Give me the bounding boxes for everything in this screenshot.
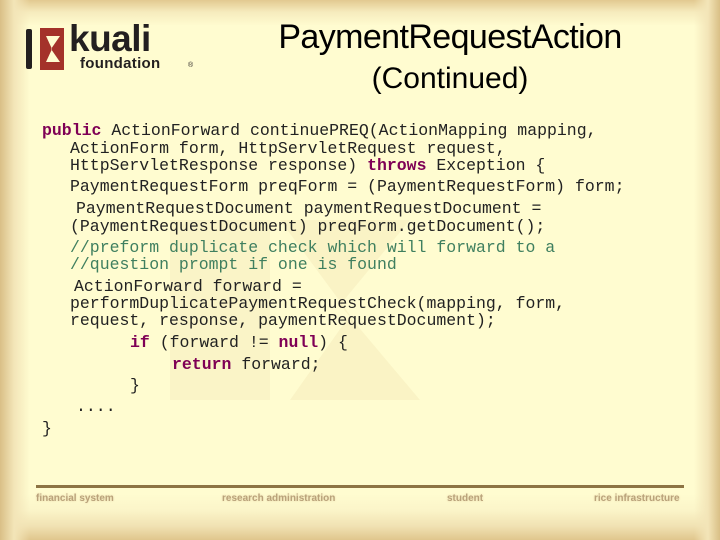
code-text: ActionForward continuePREQ(ActionMapping…	[101, 121, 597, 140]
footer-item-rice-infrastructure: rice infrastructure	[594, 493, 680, 504]
code-keyword: if	[130, 333, 150, 352]
code-text: (forward !=	[149, 333, 279, 352]
code-text: HttpServletResponse response)	[70, 156, 368, 175]
code-line: if (forward != null) {	[130, 333, 348, 352]
code-line: public ActionForward continuePREQ(Action…	[42, 121, 597, 140]
code-text: (PaymentRequestDocument) preqForm.getDoc…	[70, 217, 546, 236]
code-keyword: throws	[367, 156, 427, 175]
code-text: }	[42, 419, 52, 438]
code-line: }	[42, 419, 52, 438]
code-line: request, response, paymentRequestDocumen…	[70, 311, 496, 330]
kuali-foundation-logo: kuali foundation ®	[24, 20, 204, 72]
code-text: PaymentRequestDocument paymentRequestDoc…	[76, 199, 542, 218]
code-keyword: public	[42, 121, 102, 140]
code-line: HttpServletResponse response) throws Exc…	[70, 156, 545, 175]
code-line: ....	[76, 397, 116, 416]
code-keyword: null	[278, 333, 319, 352]
code-text: ) {	[318, 333, 348, 352]
logo-k-icon	[40, 28, 64, 70]
code-text: }	[130, 376, 140, 395]
footer-item-financial-system: financial system	[36, 493, 114, 504]
code-text: request, response, paymentRequestDocumen…	[70, 311, 496, 330]
code-text: ....	[76, 397, 116, 416]
footer-item-research-administration: research administration	[222, 493, 336, 504]
code-line: //question prompt if one is found	[70, 255, 397, 274]
code-line: PaymentRequestForm preqForm = (PaymentRe…	[70, 177, 625, 196]
registered-mark: ®	[188, 62, 194, 69]
code-text: PaymentRequestForm preqForm = (PaymentRe…	[70, 177, 625, 196]
code-line: }	[130, 376, 140, 395]
code-keyword: return	[172, 355, 232, 374]
code-text: Exception {	[426, 156, 546, 175]
code-line: return forward;	[172, 355, 321, 374]
logo-bar-icon	[26, 29, 32, 69]
logo-subtitle: foundation	[80, 55, 161, 72]
code-line: (PaymentRequestDocument) preqForm.getDoc…	[70, 217, 545, 236]
footer-divider	[36, 485, 684, 488]
slide-title: PaymentRequestAction	[278, 18, 622, 56]
code-text: forward;	[231, 355, 321, 374]
code-comment: //question prompt if one is found	[70, 255, 397, 274]
footer-item-student: student	[447, 493, 484, 504]
slide-subtitle: (Continued)	[371, 62, 529, 95]
code-line: PaymentRequestDocument paymentRequestDoc…	[76, 199, 541, 218]
logo-wordmark: kuali	[69, 18, 151, 59]
